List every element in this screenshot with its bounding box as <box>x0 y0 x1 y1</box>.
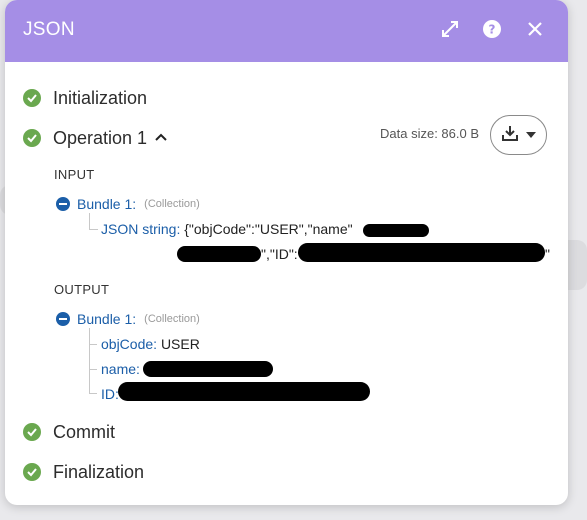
output-field-objcode: objCode: USER <box>101 336 200 352</box>
input-bundle-1: Bundle 1: (Collection) <box>56 196 200 212</box>
tree-connector <box>89 344 97 345</box>
dialog-header: JSON ? <box>5 0 568 62</box>
output-section-label: OUTPUT <box>54 282 110 297</box>
caret-down-icon <box>525 126 537 144</box>
bundle-type: (Collection) <box>144 198 200 210</box>
field-key: objCode: <box>101 336 158 352</box>
step-label: Finalization <box>53 461 145 482</box>
download-icon <box>501 124 519 147</box>
input-section-label: INPUT <box>54 167 95 182</box>
download-button[interactable] <box>490 115 547 155</box>
step-initialization: Initialization <box>23 86 147 110</box>
check-circle-icon <box>23 463 41 481</box>
minus-circle-icon[interactable] <box>56 197 70 211</box>
input-json-string: JSON string: {"objCode":"USER","name" <box>101 221 353 237</box>
redaction <box>298 243 545 262</box>
check-circle-icon <box>23 89 41 107</box>
minus-circle-icon[interactable] <box>56 312 70 326</box>
field-key: ID: <box>101 386 119 402</box>
tree-connector <box>89 369 97 370</box>
field-value: USER <box>160 336 200 352</box>
chevron-up-icon[interactable] <box>155 129 167 147</box>
output-field-id: ID: <box>101 386 119 402</box>
expand-icon[interactable] <box>439 18 461 40</box>
json-string-key: JSON string: <box>101 221 181 237</box>
tree-connector <box>89 328 90 393</box>
tree-connector <box>89 213 98 230</box>
step-label: Commit <box>53 421 115 442</box>
redaction <box>363 224 429 237</box>
bundle-type: (Collection) <box>144 313 200 325</box>
output-bundle-1: Bundle 1: (Collection) <box>56 311 200 327</box>
step-operation-1[interactable]: Operation 1 <box>23 126 167 150</box>
bundle-name: Bundle 1: <box>77 196 137 212</box>
data-size-label: Data size: 86.0 B <box>380 126 479 141</box>
dialog-title: JSON <box>23 19 75 40</box>
field-key: name: <box>101 361 140 377</box>
help-icon[interactable]: ? <box>481 18 503 40</box>
json-string-value-end: " <box>545 246 550 262</box>
check-circle-icon <box>23 423 41 441</box>
bundle-name: Bundle 1: <box>77 311 137 327</box>
redaction <box>177 246 261 262</box>
step-label: Initialization <box>53 87 148 108</box>
json-string-value-mid: ","ID": <box>261 246 298 262</box>
json-string-value-start: {"objCode":"USER","name" <box>184 221 353 237</box>
json-output-dialog: JSON ? Initialization Operation 1 Data s… <box>5 0 568 505</box>
step-commit: Commit <box>23 420 115 444</box>
tree-connector <box>89 393 97 394</box>
redaction <box>118 382 370 401</box>
step-finalization: Finalization <box>23 460 144 484</box>
redaction <box>143 361 273 377</box>
svg-text:?: ? <box>489 23 496 37</box>
check-circle-icon <box>23 129 41 147</box>
step-label: Operation 1 <box>53 127 148 148</box>
output-field-name: name: <box>101 361 140 377</box>
close-icon[interactable] <box>524 18 546 40</box>
